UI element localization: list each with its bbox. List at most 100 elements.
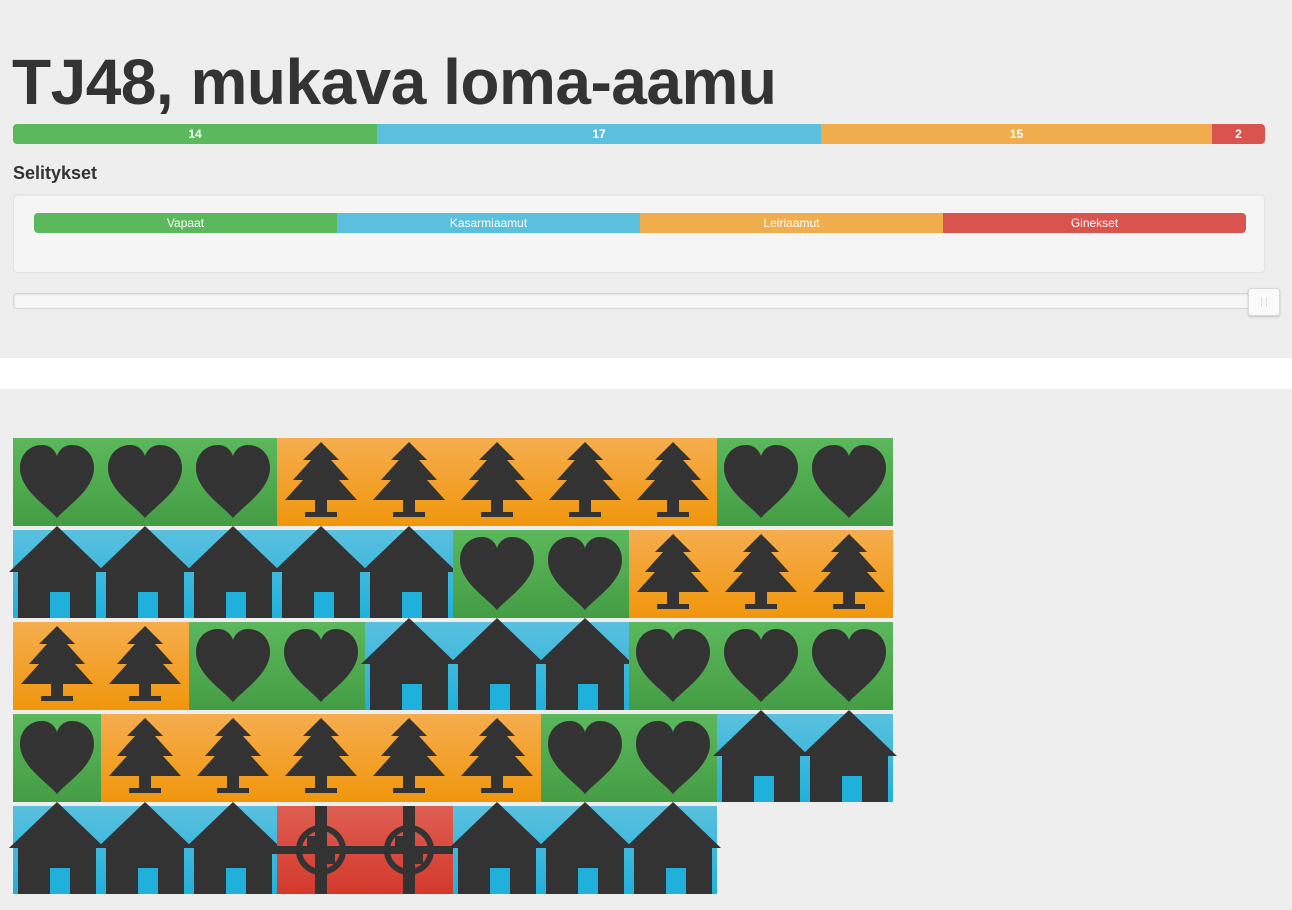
calendar-row	[9, 526, 913, 618]
tree-icon	[285, 442, 357, 517]
house-icon	[625, 802, 721, 894]
tree-icon	[637, 442, 709, 517]
day-cell	[449, 618, 545, 710]
house-icon	[537, 802, 633, 894]
day-cell	[97, 526, 193, 618]
slider-track[interactable]	[13, 293, 1263, 309]
legend-title: Selitykset	[13, 163, 98, 183]
tree-icon	[21, 626, 93, 701]
heart-icon	[284, 629, 358, 702]
house-icon	[801, 710, 897, 802]
day-slider[interactable]	[13, 288, 1280, 316]
summary-segment-kasarmiaamut: 17	[377, 124, 821, 144]
crosshair-icon	[271, 806, 371, 894]
day-cell	[277, 622, 365, 710]
day-cell	[541, 438, 629, 526]
day-cell	[13, 714, 101, 802]
day-calendar-grid	[9, 438, 913, 898]
day-cell	[717, 438, 805, 526]
day-cell	[359, 806, 459, 894]
day-cell	[453, 438, 541, 526]
day-cell	[805, 622, 893, 710]
legend-item-leiriaamut: Leiriaamut	[640, 213, 943, 233]
summary-segment-vapaat: 14	[13, 124, 377, 144]
day-cell	[273, 526, 369, 618]
day-cell	[13, 622, 101, 710]
day-cell	[277, 438, 365, 526]
tree-icon	[373, 442, 445, 517]
day-cell	[9, 802, 105, 894]
day-cell	[449, 802, 545, 894]
calendar-row	[13, 618, 913, 710]
slider-handle[interactable]	[1248, 288, 1280, 316]
house-icon	[449, 802, 545, 894]
heart-icon	[460, 537, 534, 610]
day-cell	[101, 438, 189, 526]
day-cell	[185, 802, 281, 894]
divider-band	[0, 358, 1292, 389]
day-cell	[453, 530, 541, 618]
day-cell	[189, 622, 277, 710]
day-cell	[629, 530, 717, 618]
day-cell	[537, 802, 633, 894]
day-cell	[101, 714, 189, 802]
heart-icon	[548, 721, 622, 794]
heart-icon	[20, 445, 94, 518]
house-icon	[97, 802, 193, 894]
day-cell	[805, 530, 893, 618]
day-cell	[189, 714, 277, 802]
house-icon	[185, 526, 281, 618]
heart-icon	[196, 629, 270, 702]
tree-icon	[197, 718, 269, 793]
day-cell	[717, 530, 805, 618]
heart-icon	[812, 629, 886, 702]
heart-icon	[812, 445, 886, 518]
heart-icon	[724, 629, 798, 702]
summary-progress-bar: 14 17 15 2	[13, 124, 1265, 144]
house-icon	[9, 802, 105, 894]
tree-icon	[373, 718, 445, 793]
heart-icon	[636, 629, 710, 702]
tree-icon	[725, 534, 797, 609]
tree-icon	[461, 442, 533, 517]
day-cell	[361, 526, 457, 618]
house-icon	[97, 526, 193, 618]
day-cell	[9, 526, 105, 618]
day-cell	[365, 714, 453, 802]
legend-well: Vapaat Kasarmiaamut Leiriaamut Ginekset	[13, 194, 1265, 273]
heart-icon	[20, 721, 94, 794]
day-cell	[801, 710, 897, 802]
crosshair-icon	[359, 806, 459, 894]
tree-icon	[109, 718, 181, 793]
tree-icon	[637, 534, 709, 609]
header-section: TJ48, mukava loma-aamu 14 17 15 2 Selity…	[0, 0, 1292, 358]
day-cell	[271, 806, 371, 894]
house-icon	[361, 526, 457, 618]
day-cell	[717, 622, 805, 710]
page-title: TJ48, mukava loma-aamu	[12, 46, 777, 118]
heart-icon	[724, 445, 798, 518]
day-cell	[629, 622, 717, 710]
day-cell	[185, 526, 281, 618]
grip-icon	[1261, 297, 1267, 307]
heart-icon	[108, 445, 182, 518]
calendar-row	[13, 710, 913, 802]
day-cell	[97, 802, 193, 894]
tree-icon	[813, 534, 885, 609]
day-cell	[13, 438, 101, 526]
tree-icon	[109, 626, 181, 701]
day-cell	[361, 618, 457, 710]
summary-segment-ginekset: 2	[1212, 124, 1265, 144]
house-icon	[273, 526, 369, 618]
day-cell	[537, 618, 633, 710]
day-cell	[629, 438, 717, 526]
tree-icon	[549, 442, 621, 517]
tree-icon	[461, 718, 533, 793]
house-icon	[185, 802, 281, 894]
house-icon	[449, 618, 545, 710]
heart-icon	[548, 537, 622, 610]
legend-item-kasarmiaamut: Kasarmiaamut	[337, 213, 640, 233]
day-cell	[277, 714, 365, 802]
calendar-row	[9, 802, 913, 894]
heart-icon	[636, 721, 710, 794]
